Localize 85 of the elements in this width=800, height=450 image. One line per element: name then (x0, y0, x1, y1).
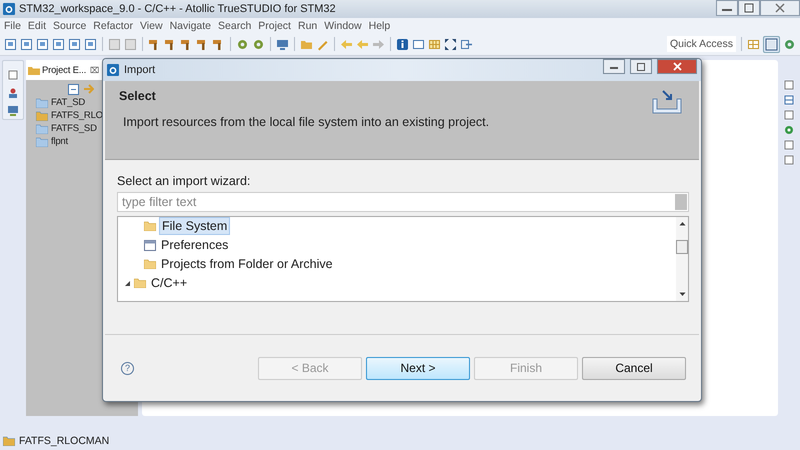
status-text: FATFS_RLOCMAN (19, 435, 110, 447)
folder-icon (36, 136, 48, 146)
window-icon[interactable] (412, 38, 425, 50)
page-icon[interactable] (784, 110, 794, 120)
scroll-down-icon[interactable] (678, 292, 686, 297)
page-description: Import resources from the local file system into an existing project. (122, 115, 490, 129)
folder-icon (28, 64, 40, 76)
expand-icon[interactable] (444, 38, 457, 50)
filter-field[interactable]: type filter text (117, 192, 689, 212)
folder-icon (134, 278, 146, 288)
field-label: Select an import wizard: (117, 174, 252, 188)
folder-icon (144, 259, 156, 269)
menu-item[interactable]: Project (258, 20, 291, 32)
page-icon[interactable] (68, 38, 81, 50)
close-button[interactable] (657, 59, 697, 74)
close-icon (672, 62, 682, 71)
window-icon[interactable] (763, 36, 780, 52)
folder-icon (36, 124, 48, 134)
gear-icon[interactable] (236, 38, 249, 50)
page-icon[interactable] (20, 38, 33, 50)
wizard-item[interactable]: Projects from Folder or Archive (159, 256, 335, 272)
maximize-button[interactable] (738, 0, 760, 16)
person-icon[interactable] (7, 87, 19, 99)
tree-item[interactable]: FAT_SD (51, 97, 85, 108)
wizard-button[interactable]: Next > (366, 356, 470, 380)
app-logo-icon (3, 3, 15, 15)
target-icon[interactable] (784, 125, 794, 135)
gear-icon[interactable] (783, 38, 796, 50)
menu-item[interactable]: Help (368, 20, 390, 32)
import-tray-icon (651, 89, 683, 115)
maximize-icon (744, 3, 754, 13)
info-icon[interactable] (396, 38, 409, 50)
exit-icon[interactable] (460, 38, 473, 50)
menu-item[interactable]: Refactor (93, 20, 133, 32)
scroll-thumb[interactable] (676, 240, 688, 254)
menu-item[interactable]: Window (324, 20, 362, 32)
close-button[interactable] (760, 0, 800, 16)
scroll-up-icon[interactable] (678, 221, 686, 226)
app-logo-icon (107, 64, 119, 76)
expand-arrow-icon[interactable] (124, 280, 131, 286)
page-heading: Select (119, 89, 157, 103)
help-icon[interactable]: ? (121, 362, 134, 374)
close-icon[interactable]: ⌧ (90, 66, 100, 74)
wizard-button[interactable]: Cancel (582, 356, 686, 380)
folder-icon (36, 98, 48, 108)
scrollbar[interactable] (676, 217, 688, 301)
wizard-item[interactable]: Preferences (159, 237, 230, 253)
menu-item[interactable]: File (4, 20, 21, 32)
menu-item[interactable]: Run (298, 20, 318, 32)
project-folder-icon (3, 436, 15, 446)
quick-access-field[interactable]: Quick Access (666, 36, 736, 52)
tree-item[interactable]: FATFS_SD (51, 123, 97, 134)
gear-icon[interactable] (252, 38, 265, 50)
project-folder-icon (36, 110, 48, 120)
menu-item[interactable]: Source (53, 20, 86, 32)
menu-item[interactable]: Edit (28, 20, 46, 32)
page-icon[interactable] (84, 38, 97, 50)
wizard-item[interactable]: File System (159, 217, 230, 235)
minimize-icon (610, 64, 618, 68)
grid-icon[interactable] (784, 95, 794, 105)
wizard-item[interactable]: C/C++ (149, 275, 190, 291)
tree-item[interactable]: FATFS_RLO (51, 110, 103, 121)
minimize-button[interactable] (716, 0, 738, 16)
maximize-button[interactable] (630, 59, 652, 74)
page-icon[interactable] (52, 38, 65, 50)
page-icon[interactable] (784, 80, 794, 90)
dialog-title: Import (124, 64, 156, 76)
menu-item[interactable]: View (140, 20, 163, 32)
minimize-button[interactable] (603, 59, 625, 74)
tree-item[interactable]: flpnt (51, 136, 68, 147)
menu-item[interactable]: Search (218, 20, 252, 32)
page-icon[interactable] (4, 38, 17, 50)
folder-icon (144, 221, 156, 231)
window-icon[interactable] (7, 69, 19, 81)
monitor-icon[interactable] (276, 38, 289, 50)
collapse-icon[interactable] (68, 84, 79, 95)
grid-icon[interactable] (747, 38, 760, 50)
close-icon (775, 3, 785, 13)
window-title: STM32_workspace_9.0 - C/C++ - Atollic TrueSTUDIO for STM32 (19, 3, 336, 15)
view-tab[interactable]: Project E... (42, 64, 86, 76)
maximize-icon (637, 62, 645, 70)
page-icon[interactable] (36, 38, 49, 50)
menu-item[interactable]: Navigate (170, 20, 212, 32)
window-icon (144, 240, 156, 250)
monitor-icon[interactable] (7, 105, 19, 117)
